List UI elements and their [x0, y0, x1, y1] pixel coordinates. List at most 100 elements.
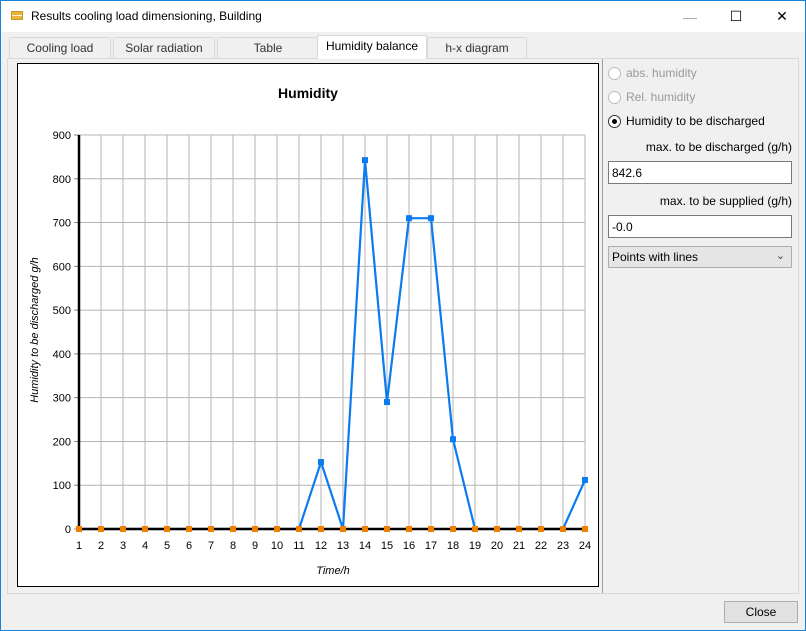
humidity-chart: Humidity 0100200300400500600700800900 12…	[29, 85, 591, 577]
x-tick-label: 5	[164, 540, 170, 552]
data-point-supplied	[164, 526, 170, 532]
chart-area: Humidity 0 100 200 300 400 500 600 700 800 900 12…	[8, 59, 602, 593]
x-tick-label: 22	[535, 540, 547, 552]
x-tick-label: 15	[381, 540, 393, 552]
data-point-discharged	[362, 157, 368, 164]
close-button[interactable]: Close	[724, 601, 798, 623]
series-line-discharged	[79, 160, 587, 531]
radio-label: abs. humidity	[626, 66, 697, 80]
tab-humidity-balance[interactable]: Humidity balance	[317, 35, 427, 59]
data-point-supplied	[516, 526, 522, 532]
x-tick-label: 6	[186, 540, 192, 552]
x-tick-label: 12	[315, 540, 327, 552]
data-point-supplied	[582, 526, 588, 532]
data-point-supplied	[494, 526, 500, 532]
max-discharged-label: max. to be discharged (g/h)	[645, 140, 792, 154]
y-tick-label: 900	[53, 130, 71, 142]
data-point-discharged	[450, 436, 456, 443]
data-point-supplied	[450, 526, 456, 532]
x-tick-label: 10	[271, 540, 283, 552]
data-point-supplied	[472, 526, 478, 532]
chart-series	[76, 157, 588, 532]
humidity-balance-panel: Humidity 0 100 200 300 400 500 600 700 800 900 12…	[7, 58, 799, 594]
y-tick-label: 800	[53, 174, 71, 186]
radio-abs-humidity[interactable]: abs. humidity	[608, 64, 697, 82]
max-supplied-field[interactable]: -0.0	[608, 215, 792, 238]
data-point-supplied	[230, 526, 236, 532]
display-mode-select[interactable]: Points with lines ⌄	[608, 246, 792, 268]
data-point-supplied	[186, 526, 192, 532]
maximize-button[interactable]: ☐	[713, 1, 759, 32]
x-tick-label: 17	[425, 540, 437, 552]
radio-button[interactable]	[608, 66, 621, 80]
y-tick-label: 600	[53, 261, 71, 273]
x-axis-ticks: 1 2 3 4 5 6 7 8 9 10 11 12 13 14 15 16 17 18 19 20 21 22 23 24	[76, 540, 591, 552]
data-point-supplied	[538, 526, 544, 532]
data-point-supplied	[142, 526, 148, 532]
x-tick-label: 11	[293, 540, 304, 552]
tab-bar: Cooling load Solar radiation Table Humid…	[1, 32, 805, 59]
radio-humidity-discharged[interactable]: Humidity to be discharged	[608, 112, 765, 130]
radio-button-checked[interactable]	[608, 114, 621, 128]
x-tick-label: 23	[557, 540, 569, 552]
radio-button[interactable]	[608, 90, 621, 104]
data-point-supplied	[252, 526, 258, 532]
tab-cooling-load[interactable]: Cooling load	[9, 37, 111, 58]
data-point-supplied	[76, 526, 82, 532]
x-tick-label: 1	[76, 540, 82, 552]
radio-rel-humidity[interactable]: Rel. humidity	[608, 88, 695, 106]
x-tick-label: 8	[230, 540, 236, 552]
x-tick-label: 24	[579, 540, 591, 552]
x-tick-label: 21	[513, 540, 525, 552]
data-point-supplied	[384, 526, 390, 532]
data-point-discharged	[384, 399, 390, 406]
data-point-supplied	[406, 526, 412, 532]
chart-title: Humidity	[278, 85, 338, 101]
table-icon	[11, 11, 23, 20]
y-tick-label: 400	[53, 349, 71, 361]
display-mode-value: Points with lines	[612, 250, 699, 264]
data-point-discharged	[582, 476, 588, 483]
chevron-down-icon: ⌄	[775, 250, 785, 262]
x-tick-label: 9	[252, 540, 258, 552]
data-point-supplied	[120, 526, 126, 532]
radio-label: Humidity to be discharged	[626, 114, 765, 128]
window-title: Results cooling load dimensioning, Build…	[31, 9, 262, 23]
title-bar: Results cooling load dimensioning, Build…	[1, 1, 805, 32]
x-tick-label: 2	[98, 540, 104, 552]
data-point-discharged	[428, 215, 434, 222]
minimize-button[interactable]: —	[667, 1, 713, 32]
x-tick-label: 3	[120, 540, 126, 552]
data-point-discharged	[318, 459, 324, 466]
x-tick-label: 20	[491, 540, 503, 552]
tab-solar-radiation[interactable]: Solar radiation	[113, 37, 215, 58]
data-point-supplied	[362, 526, 368, 532]
close-window-button[interactable]: ✕	[759, 1, 805, 32]
y-tick-label: 100	[53, 480, 71, 492]
y-tick-label: 500	[53, 305, 71, 317]
x-tick-label: 19	[469, 540, 481, 552]
max-supplied-label: max. to be supplied (g/h)	[659, 194, 792, 208]
y-tick-label: 700	[53, 218, 71, 230]
y-axis-ticks: 0 100 200 300 400 500 600 700 800 900	[53, 130, 79, 536]
data-point-supplied	[318, 526, 324, 532]
max-discharged-field[interactable]: 842.6	[608, 161, 792, 184]
data-point-supplied	[274, 526, 280, 532]
tab-table[interactable]: Table	[217, 37, 319, 58]
data-point-supplied	[296, 526, 302, 532]
x-axis-label: Time/h	[316, 565, 350, 577]
x-tick-label: 18	[447, 540, 459, 552]
y-tick-label: 300	[53, 393, 71, 405]
data-point-supplied	[208, 526, 214, 532]
tab-hx-diagram[interactable]: h-x diagram	[427, 37, 527, 58]
x-tick-label: 16	[403, 540, 415, 552]
data-point-supplied	[340, 526, 346, 532]
x-tick-label: 7	[208, 540, 214, 552]
y-axis-label: Humidity to be discharged g/h	[29, 257, 41, 403]
chart-frame: Humidity 0 100 200 300 400 500 600 700 800 900 12…	[17, 63, 599, 587]
results-window: Results cooling load dimensioning, Build…	[0, 0, 806, 631]
x-tick-label: 4	[142, 540, 148, 552]
radio-label: Rel. humidity	[626, 90, 696, 104]
chart-grid	[79, 134, 586, 529]
x-tick-label: 13	[337, 540, 349, 552]
